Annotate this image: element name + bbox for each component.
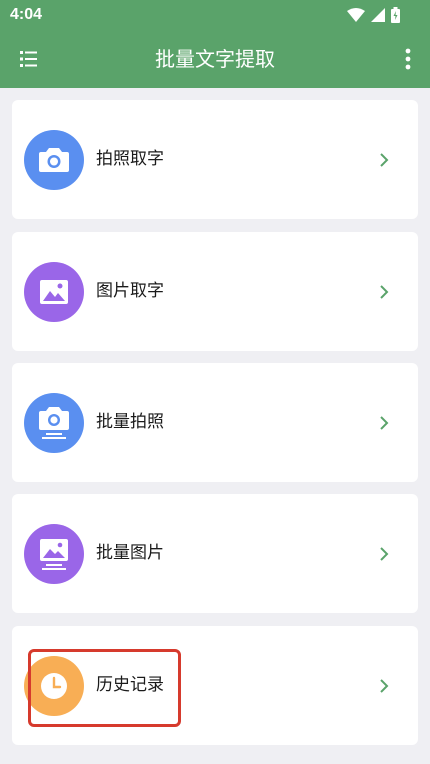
wifi-icon bbox=[347, 8, 365, 22]
app-bar: 批量文字提取 bbox=[0, 30, 430, 88]
camera-icon bbox=[39, 148, 69, 172]
batch-image-icon-bg bbox=[24, 524, 84, 584]
menu-item-label: 历史记录 bbox=[96, 675, 164, 695]
status-bar: 4:04 bbox=[0, 0, 430, 30]
signal-icon bbox=[371, 8, 385, 22]
menu-item-label: 批量图片 bbox=[96, 543, 164, 563]
image-ocr-icon-bg bbox=[24, 262, 84, 322]
chevron-right-icon bbox=[380, 416, 389, 430]
menu-item-image-ocr[interactable]: 图片取字 bbox=[12, 232, 418, 351]
battery-icon bbox=[391, 7, 400, 23]
batch-photo-icon-bg bbox=[24, 393, 84, 453]
status-icons bbox=[347, 6, 400, 24]
batch-image-icon bbox=[40, 539, 68, 570]
menu-item-batch-image[interactable]: 批量图片 bbox=[12, 494, 418, 613]
clock-icon bbox=[41, 673, 67, 699]
list-icon bbox=[20, 51, 37, 67]
status-time: 4:04 bbox=[10, 6, 43, 23]
chevron-right-icon bbox=[380, 285, 389, 299]
history-icon-bg bbox=[24, 656, 84, 716]
menu-button[interactable] bbox=[16, 47, 42, 71]
page-title: 批量文字提取 bbox=[155, 47, 275, 71]
image-icon bbox=[40, 280, 68, 304]
more-options-button[interactable] bbox=[404, 47, 412, 71]
menu-item-label: 拍照取字 bbox=[96, 149, 164, 169]
batch-camera-icon bbox=[39, 407, 69, 439]
more-vert-icon bbox=[405, 48, 411, 70]
menu-item-photo-ocr[interactable]: 拍照取字 bbox=[12, 100, 418, 219]
chevron-right-icon bbox=[380, 153, 389, 167]
menu-item-batch-photo[interactable]: 批量拍照 bbox=[12, 363, 418, 482]
menu-item-label: 图片取字 bbox=[96, 281, 164, 301]
top-bar: 4:04 批量文字提取 bbox=[0, 0, 430, 88]
chevron-right-icon bbox=[380, 547, 389, 561]
menu-item-label: 批量拍照 bbox=[96, 412, 164, 432]
chevron-right-icon bbox=[380, 679, 389, 693]
menu-item-history[interactable]: 历史记录 bbox=[12, 626, 418, 745]
photo-ocr-icon-bg bbox=[24, 130, 84, 190]
